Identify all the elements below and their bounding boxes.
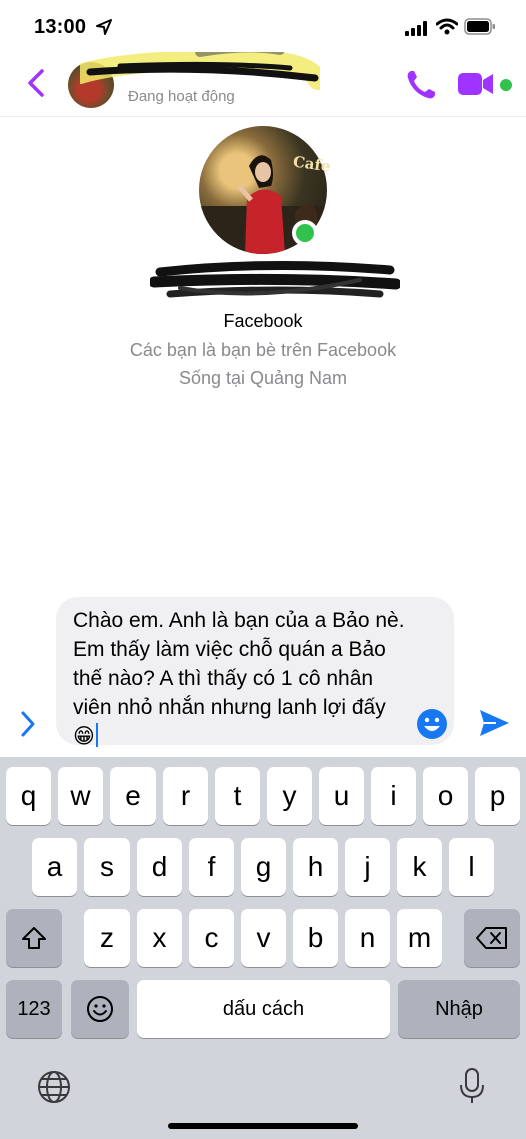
globe-icon[interactable] [36,1069,72,1105]
phone-call-icon[interactable] [404,68,438,102]
key-q[interactable]: q [6,767,51,825]
key-p[interactable]: p [475,767,520,825]
emoji-icon [87,996,113,1022]
key-j[interactable]: j [345,838,390,896]
text-cursor [95,723,98,747]
key-e[interactable]: e [110,767,156,825]
back-chevron-icon[interactable] [26,68,46,98]
profile-platform-label: Facebook [223,311,303,331]
key-a[interactable]: a [32,838,77,896]
online-indicator [500,79,512,91]
active-status: Đang hoạt động [128,88,235,105]
shift-key[interactable] [6,909,62,967]
key-s[interactable]: s [84,838,130,896]
key-m[interactable]: m [397,909,442,967]
battery-icon [464,18,495,35]
key-u[interactable]: u [319,767,364,825]
message-input-text[interactable]: Chào em. Anh là bạn của a Bảo nè. Em thấ… [73,606,413,751]
video-call-icon[interactable] [458,72,494,96]
space-key[interactable]: dấu cách [137,980,390,1038]
header-divider [0,116,526,117]
key-y[interactable]: y [267,767,312,825]
key-r[interactable]: r [163,767,208,825]
key-k[interactable]: k [397,838,442,896]
microphone-icon[interactable] [458,1067,486,1105]
status-time: 13:00 [34,16,87,38]
location-info: Sống tại Quảng Nam [178,368,348,388]
friendship-info: Các bạn là bạn bè trên Facebook [129,340,397,360]
key-f[interactable]: f [189,838,234,896]
key-c[interactable]: c [189,909,234,967]
expand-actions-chevron-icon[interactable] [18,710,38,738]
key-x[interactable]: x [137,909,182,967]
profile-online-indicator [292,220,318,246]
key-d[interactable]: d [137,838,182,896]
backspace-icon [476,927,507,949]
key-l[interactable]: l [449,838,494,896]
key-n[interactable]: n [345,909,390,967]
return-key[interactable]: Nhập [398,980,520,1038]
keyboard: q w e r t y u i o p a s d f g h j k l z … [0,757,526,1139]
redacted-profile-name-scribble [150,260,400,298]
numbers-key[interactable]: 123 [6,980,62,1038]
key-h[interactable]: h [293,838,338,896]
send-icon[interactable] [478,708,510,738]
emoji-picker-icon[interactable] [416,708,448,740]
key-w[interactable]: w [58,767,103,825]
message-draft: Chào em. Anh là bạn của a Bảo nè. Em thấ… [73,609,411,748]
key-z[interactable]: z [84,909,130,967]
wifi-icon [436,18,458,35]
key-o[interactable]: o [423,767,468,825]
cellular-signal-icon [405,21,429,36]
delete-key[interactable] [464,909,520,967]
redacted-name-scribble [80,52,320,90]
key-i[interactable]: i [371,767,416,825]
key-g[interactable]: g [241,838,286,896]
key-t[interactable]: t [215,767,260,825]
key-b[interactable]: b [293,909,338,967]
location-arrow-icon [96,19,112,35]
home-indicator [168,1123,358,1129]
shift-icon [22,927,46,949]
key-v[interactable]: v [241,909,286,967]
emoji-key[interactable] [71,980,129,1038]
